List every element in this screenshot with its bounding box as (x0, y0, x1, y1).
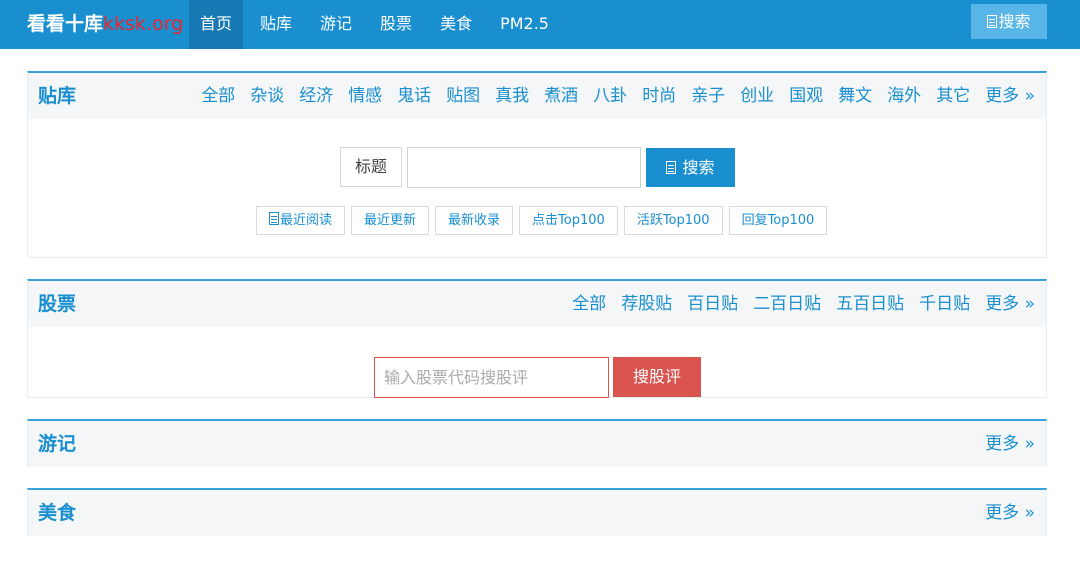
nav-item-stock[interactable]: 股票 (369, 0, 423, 49)
top-search-label: 搜索 (998, 12, 1031, 31)
quick-link-recent-update[interactable]: 最近更新 (351, 206, 430, 235)
stock-cat-100day[interactable]: 百日贴 (687, 281, 738, 327)
tieku-cat-chuangye[interactable]: 创业 (740, 73, 774, 119)
tieku-cat-zatan[interactable]: 杂谈 (250, 73, 284, 119)
site-logo[interactable]: 看看十库kksk.org (27, 10, 183, 38)
tieku-panel: 贴库 全部 杂谈 经济 情感 鬼话 贴图 真我 煮酒 八卦 时尚 亲子 创业 国… (27, 71, 1047, 258)
tieku-search-label: 搜索 (682, 158, 715, 177)
quick-links: 最近阅读 最近更新 最新收录 点击Top100 活跃Top100 回复Top10… (256, 206, 833, 235)
tieku-cat-haiwai[interactable]: 海外 (887, 73, 921, 119)
tieku-category-links: 全部 杂谈 经济 情感 鬼话 贴图 真我 煮酒 八卦 时尚 亲子 创业 国观 舞… (186, 73, 1035, 119)
tieku-cat-jingji[interactable]: 经济 (299, 73, 333, 119)
stock-category-links: 全部 荐股贴 百日贴 二百日贴 五百日贴 千日贴 更多 » (557, 281, 1035, 327)
food-header: 美食 更多 » (28, 490, 1046, 536)
stock-header: 股票 全部 荐股贴 百日贴 二百日贴 五百日贴 千日贴 更多 » (28, 281, 1046, 327)
food-links: 更多 » (970, 490, 1035, 536)
tieku-cat-zhujiu[interactable]: 煮酒 (544, 73, 578, 119)
title-field-label: 标题 (340, 147, 402, 187)
stock-more-link[interactable]: 更多 » (985, 281, 1035, 327)
tieku-cat-zhenwo[interactable]: 真我 (495, 73, 529, 119)
tieku-title: 贴库 (38, 85, 77, 107)
stock-cat-all[interactable]: 全部 (572, 281, 606, 327)
nav-item-travel[interactable]: 游记 (309, 0, 363, 49)
tieku-cat-wuwen[interactable]: 舞文 (838, 73, 872, 119)
stock-panel: 股票 全部 荐股贴 百日贴 二百日贴 五百日贴 千日贴 更多 » 搜股评 (27, 279, 1047, 398)
stock-cat-recommend[interactable]: 荐股贴 (621, 281, 672, 327)
tieku-cat-guoguan[interactable]: 国观 (789, 73, 823, 119)
nav-item-pm25[interactable]: PM2.5 (489, 0, 560, 49)
quick-link-reply-top100[interactable]: 回复Top100 (728, 206, 828, 235)
main-nav: 首页 贴库 游记 股票 美食 PM2.5 (189, 0, 560, 49)
stock-cat-1000day[interactable]: 千日贴 (919, 281, 970, 327)
document-icon (666, 161, 677, 174)
document-icon (269, 212, 279, 225)
tieku-header: 贴库 全部 杂谈 经济 情感 鬼话 贴图 真我 煮酒 八卦 时尚 亲子 创业 国… (28, 73, 1046, 119)
tieku-cat-bagua[interactable]: 八卦 (593, 73, 627, 119)
travel-panel: 游记 更多 » (27, 419, 1047, 467)
tieku-more-link[interactable]: 更多 » (985, 73, 1035, 119)
stock-cat-500day[interactable]: 五百日贴 (836, 281, 904, 327)
quick-link-newest[interactable]: 最新收录 (435, 206, 514, 235)
tieku-cat-shishang[interactable]: 时尚 (642, 73, 676, 119)
travel-title: 游记 (38, 433, 77, 455)
food-more-link[interactable]: 更多 » (985, 490, 1035, 536)
stock-cat-200day[interactable]: 二百日贴 (753, 281, 821, 327)
tieku-cat-all[interactable]: 全部 (201, 73, 235, 119)
tieku-search-button[interactable]: 搜索 (646, 148, 735, 187)
food-title: 美食 (38, 502, 77, 524)
travel-header: 游记 更多 » (28, 421, 1046, 467)
food-panel: 美食 更多 » (27, 488, 1047, 536)
stock-title: 股票 (38, 293, 77, 315)
top-navbar: 看看十库kksk.org 首页 贴库 游记 股票 美食 PM2.5 搜索 (0, 0, 1080, 49)
stock-code-input[interactable] (374, 357, 609, 398)
tieku-cat-qinzi[interactable]: 亲子 (691, 73, 725, 119)
tieku-cat-tietu[interactable]: 贴图 (446, 73, 480, 119)
nav-item-food[interactable]: 美食 (429, 0, 483, 49)
quick-link-click-top100[interactable]: 点击Top100 (519, 206, 618, 235)
tieku-cat-qinggan[interactable]: 情感 (348, 73, 382, 119)
tieku-cat-qita[interactable]: 其它 (936, 73, 970, 119)
logo-text: 看看十库 (27, 13, 104, 35)
travel-more-link[interactable]: 更多 » (985, 421, 1035, 467)
document-icon (987, 15, 998, 28)
quick-link-active-top100[interactable]: 活跃Top100 (623, 206, 723, 235)
travel-links: 更多 » (970, 421, 1035, 467)
nav-item-tieku[interactable]: 贴库 (249, 0, 303, 49)
top-search-button[interactable]: 搜索 (971, 4, 1047, 39)
title-search-input[interactable] (407, 147, 641, 188)
nav-item-home[interactable]: 首页 (189, 0, 244, 49)
logo-domain: kksk.org (103, 13, 184, 35)
quick-link-label: 最近阅读 (280, 213, 333, 228)
tieku-cat-guihua[interactable]: 鬼话 (397, 73, 431, 119)
quick-link-recent-read[interactable]: 最近阅读 (256, 206, 346, 235)
stock-review-search-button[interactable]: 搜股评 (613, 357, 701, 397)
